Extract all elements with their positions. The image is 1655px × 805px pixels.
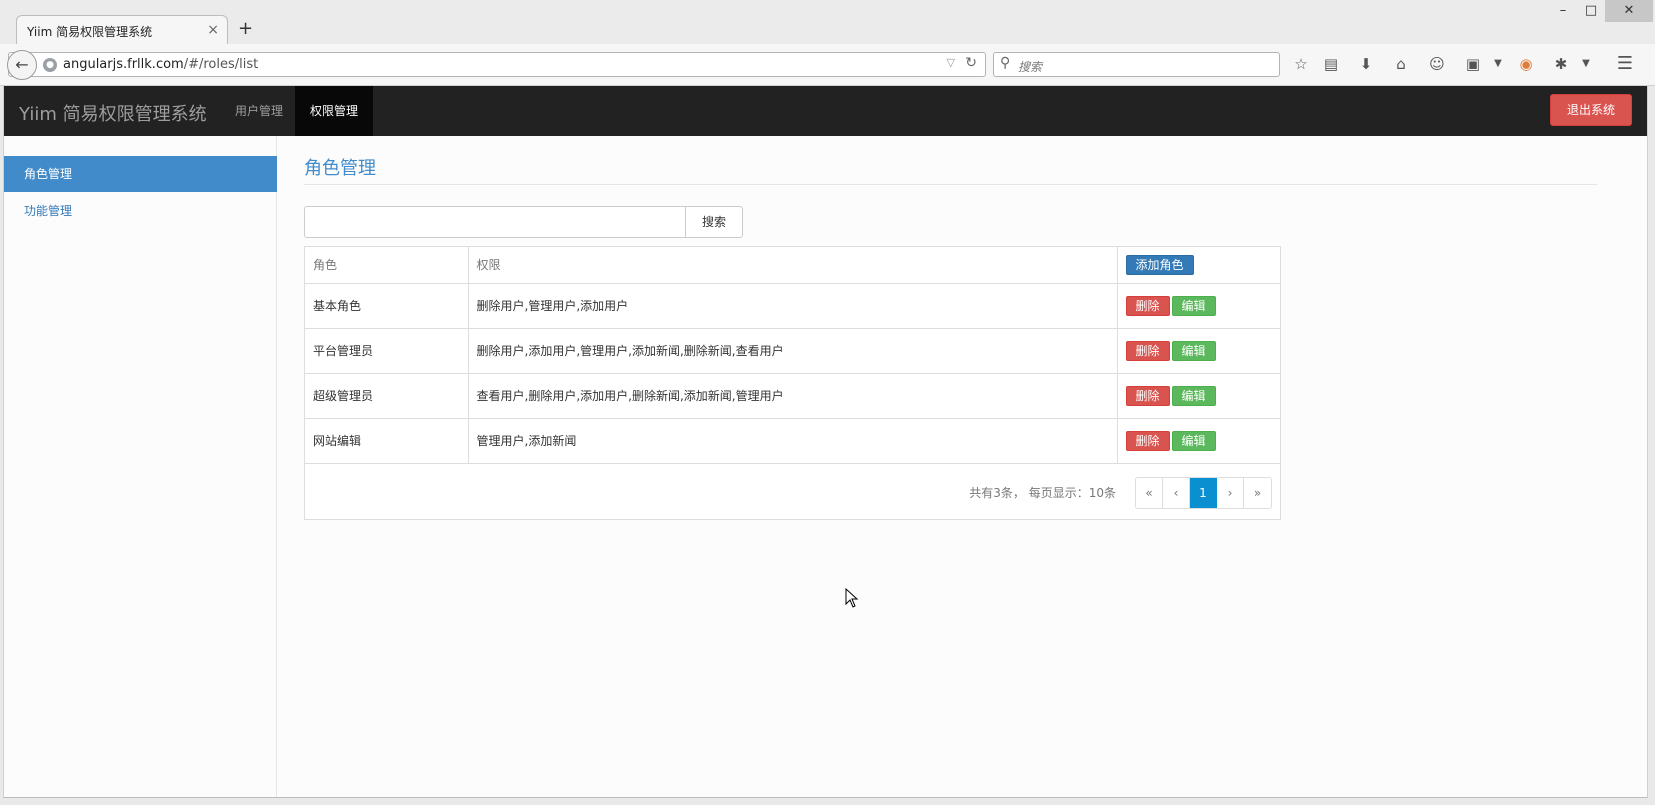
edit-button[interactable]: 编辑 <box>1171 295 1216 316</box>
search-group: 搜索 <box>304 206 744 238</box>
url-bar[interactable]: ← ● angularjs.frllk.com/#/roles/list ▽ ↻ <box>7 50 986 80</box>
url-text: angularjs.frllk.com/#/roles/list <box>63 57 258 72</box>
edit-button[interactable]: 编辑 <box>1171 340 1216 361</box>
table-header-row: 角色 权限 添加角色 <box>305 247 1280 284</box>
browser-navbar: ← ● angularjs.frllk.com/#/roles/list ▽ ↻… <box>0 44 1655 86</box>
role-permissions: 删除用户,添加用户,管理用户,添加新闻,删除新闻,查看用户 <box>468 328 1118 374</box>
new-tab-button[interactable]: + <box>238 18 253 39</box>
header-permissions: 权限 <box>468 247 1118 284</box>
reading-list-icon[interactable]: ▤ <box>1320 53 1342 75</box>
logout-button[interactable]: 退出系统 <box>1550 94 1632 126</box>
edit-button[interactable]: 编辑 <box>1171 385 1216 406</box>
role-name: 网站编辑 <box>305 418 469 464</box>
page-first-button[interactable]: « <box>1136 477 1163 508</box>
row-actions: 删除 编辑 <box>1117 328 1280 374</box>
table-row: 基本角色 删除用户,管理用户,添加用户 删除 编辑 <box>305 283 1280 329</box>
window-close-button[interactable]: ✕ <box>1605 0 1653 22</box>
pagination-row: 共有3条， 每页显示：10条 « ‹ 1 › » <box>305 464 1280 519</box>
home-icon[interactable]: ⌂ <box>1390 53 1412 75</box>
bug-icon[interactable]: ✱ <box>1550 53 1572 75</box>
title-divider <box>304 184 1597 185</box>
pagination-info: 共有3条， 每页显示：10条 <box>969 485 1116 500</box>
table-row: 网站编辑 管理用户,添加新闻 删除 编辑 <box>305 418 1280 464</box>
table-row: 超级管理员 查看用户,删除用户,添加用户,删除新闻,添加新闻,管理用户 删除 编辑 <box>305 373 1280 419</box>
row-actions: 删除 编辑 <box>1117 283 1280 329</box>
crop-icon[interactable]: ▣ <box>1462 53 1484 75</box>
browser-search-bar[interactable]: ⚲ 搜索 <box>993 52 1280 77</box>
delete-button[interactable]: 删除 <box>1125 385 1170 406</box>
nav-permission-management[interactable]: 权限管理 <box>295 86 374 136</box>
crop-dropdown-icon[interactable]: ▼ <box>1487 53 1509 75</box>
nav-user-management[interactable]: 用户管理 <box>220 86 298 136</box>
url-host: angularjs.frllk.com <box>63 57 184 72</box>
bookmark-star-icon[interactable]: ☆ <box>1290 53 1312 75</box>
download-icon[interactable]: ⬇ <box>1355 53 1377 75</box>
page-viewport: Yiim 简易权限管理系统 用户管理 权限管理 退出系统 角色管理 功能管理 角… <box>3 86 1648 798</box>
back-arrow-icon[interactable]: ← <box>7 50 37 80</box>
add-role-button[interactable]: 添加角色 <box>1125 254 1194 275</box>
sidebar-item-functions[interactable]: 功能管理 <box>4 193 277 229</box>
role-search-input[interactable] <box>304 206 686 238</box>
role-permissions: 管理用户,添加新闻 <box>468 418 1118 464</box>
header-actions: 添加角色 <box>1117 247 1280 284</box>
pagination: « ‹ 1 › » <box>1135 476 1272 509</box>
app-header: Yiim 简易权限管理系统 用户管理 权限管理 退出系统 <box>4 86 1647 136</box>
edit-button[interactable]: 编辑 <box>1171 430 1216 451</box>
browser-search-placeholder: 搜索 <box>1018 60 1043 74</box>
tab-close-icon[interactable]: × <box>207 22 219 38</box>
role-permissions: 删除用户,管理用户,添加用户 <box>468 283 1118 329</box>
minimize-button[interactable]: – <box>1548 0 1578 22</box>
delete-button[interactable]: 删除 <box>1125 430 1170 451</box>
url-dropdown-icon[interactable]: ▽ <box>947 56 955 69</box>
page-next-button[interactable]: › <box>1217 477 1244 508</box>
tab-title: Yiim 简易权限管理系统 <box>27 25 153 39</box>
page-current-button[interactable]: 1 <box>1190 477 1217 508</box>
row-actions: 删除 编辑 <box>1117 418 1280 464</box>
brand[interactable]: Yiim 简易权限管理系统 <box>19 100 207 126</box>
bug-dropdown-icon[interactable]: ▼ <box>1575 53 1597 75</box>
role-name: 平台管理员 <box>305 328 469 374</box>
role-name: 超级管理员 <box>305 373 469 419</box>
mouse-cursor-icon <box>845 588 859 608</box>
sidebar-item-roles[interactable]: 角色管理 <box>4 156 277 192</box>
role-name: 基本角色 <box>305 283 469 329</box>
hamburger-menu-icon[interactable]: ☰ <box>1614 53 1636 75</box>
page-last-button[interactable]: » <box>1244 477 1271 508</box>
search-icon: ⚲ <box>1000 55 1011 71</box>
roles-table: 角色 权限 添加角色 基本角色 删除用户,管理用户,添加用户 删除 编辑 平台管… <box>304 246 1281 520</box>
reload-icon[interactable]: ↻ <box>965 55 977 71</box>
table-row: 平台管理员 删除用户,添加用户,管理用户,添加新闻,删除新闻,查看用户 删除 编辑 <box>305 328 1280 374</box>
browser-tab[interactable]: Yiim 简易权限管理系统 × <box>16 15 228 45</box>
browser-titlebar: Yiim 简易权限管理系统 × + – □ ✕ <box>0 0 1655 45</box>
delete-button[interactable]: 删除 <box>1125 340 1170 361</box>
role-permissions: 查看用户,删除用户,添加用户,删除新闻,添加新闻,管理用户 <box>468 373 1118 419</box>
page-title: 角色管理 <box>304 158 376 179</box>
globe-icon: ● <box>43 58 57 72</box>
maximize-button[interactable]: □ <box>1576 0 1606 22</box>
delete-button[interactable]: 删除 <box>1125 295 1170 316</box>
row-actions: 删除 编辑 <box>1117 373 1280 419</box>
chat-icon[interactable]: ☺ <box>1426 53 1448 75</box>
search-button[interactable]: 搜索 <box>685 206 743 238</box>
header-role: 角色 <box>305 247 469 284</box>
addon-icon[interactable]: ◉ <box>1515 53 1537 75</box>
page-prev-button[interactable]: ‹ <box>1163 477 1190 508</box>
url-path: /#/roles/list <box>183 57 259 72</box>
sidebar: 角色管理 功能管理 <box>4 136 277 797</box>
